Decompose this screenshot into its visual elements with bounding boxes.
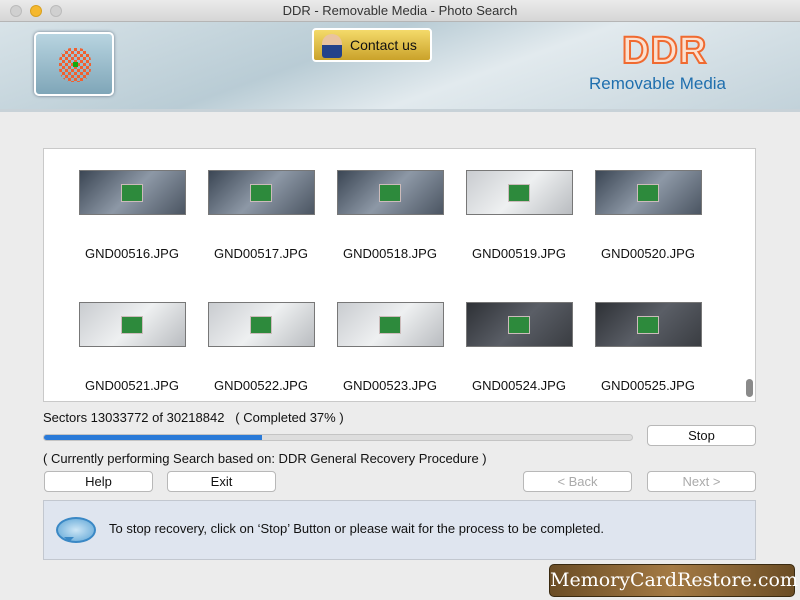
contact-us-label: Contact us xyxy=(350,37,417,53)
photo-thumbnail xyxy=(337,302,444,347)
status-text: ( Currently performing Search based on: … xyxy=(43,451,487,466)
photo-item[interactable]: GND00521.JPG xyxy=(67,302,197,393)
photo-thumbnail xyxy=(208,170,315,215)
window-title: DDR - Removable Media - Photo Search xyxy=(283,3,518,18)
file-name: GND00519.JPG xyxy=(454,246,584,261)
progress-fill xyxy=(44,435,262,440)
next-button[interactable]: Next > xyxy=(647,471,756,492)
photo-thumbnail xyxy=(208,302,315,347)
zoom-window-button[interactable] xyxy=(50,5,62,17)
sector-progress-text: Sectors 13033772 of 30218842 ( Completed… xyxy=(43,410,344,425)
file-name: GND00518.JPG xyxy=(325,246,455,261)
info-message-box: To stop recovery, click on ‘Stop’ Button… xyxy=(43,500,756,560)
info-message: To stop recovery, click on ‘Stop’ Button… xyxy=(109,521,604,536)
close-window-button[interactable] xyxy=(10,5,22,17)
photo-thumbnail xyxy=(466,302,573,347)
photo-item[interactable]: GND00516.JPG xyxy=(67,170,197,261)
scrollbar-thumb[interactable] xyxy=(746,379,753,397)
file-name: GND00520.JPG xyxy=(583,246,713,261)
photo-item[interactable]: GND00517.JPG xyxy=(196,170,326,261)
photo-item[interactable]: GND00520.JPG xyxy=(583,170,713,261)
photo-thumbnail xyxy=(595,170,702,215)
file-name: GND00521.JPG xyxy=(67,378,197,393)
file-name: GND00522.JPG xyxy=(196,378,326,393)
stop-button[interactable]: Stop xyxy=(647,425,756,446)
minimize-window-button[interactable] xyxy=(30,5,42,17)
photo-item[interactable]: GND00525.JPG xyxy=(583,302,713,393)
photo-thumbnail xyxy=(79,170,186,215)
photo-thumbnail xyxy=(466,170,573,215)
photo-thumbnail xyxy=(79,302,186,347)
header-banner: Contact us DDR Removable Media xyxy=(0,22,800,112)
back-button[interactable]: < Back xyxy=(523,471,632,492)
photo-item[interactable]: GND00519.JPG xyxy=(454,170,584,261)
progress-bar xyxy=(43,434,633,441)
watermark: MemoryCardRestore.com xyxy=(549,564,795,597)
file-name: GND00517.JPG xyxy=(196,246,326,261)
photo-thumbnail xyxy=(595,302,702,347)
file-name: GND00523.JPG xyxy=(325,378,455,393)
file-name: GND00516.JPG xyxy=(67,246,197,261)
photo-item[interactable]: GND00524.JPG xyxy=(454,302,584,393)
exit-button[interactable]: Exit xyxy=(167,471,276,492)
file-name: GND00524.JPG xyxy=(454,378,584,393)
file-name: GND00525.JPG xyxy=(583,378,713,393)
photo-thumbnail xyxy=(337,170,444,215)
help-button[interactable]: Help xyxy=(44,471,153,492)
app-logo xyxy=(34,32,114,96)
title-bar: DDR - Removable Media - Photo Search xyxy=(0,0,800,22)
brand-logo-text: DDR xyxy=(622,30,707,73)
photo-item[interactable]: GND00522.JPG xyxy=(196,302,326,393)
photo-item[interactable]: GND00523.JPG xyxy=(325,302,455,393)
contact-us-button[interactable]: Contact us xyxy=(312,28,432,62)
brand-subtitle: Removable Media xyxy=(589,74,726,94)
photo-item[interactable]: GND00518.JPG xyxy=(325,170,455,261)
photo-gallery[interactable]: GND00516.JPGGND00517.JPGGND00518.JPGGND0… xyxy=(43,148,756,402)
speech-bubble-icon xyxy=(56,517,96,543)
person-icon xyxy=(322,34,342,58)
